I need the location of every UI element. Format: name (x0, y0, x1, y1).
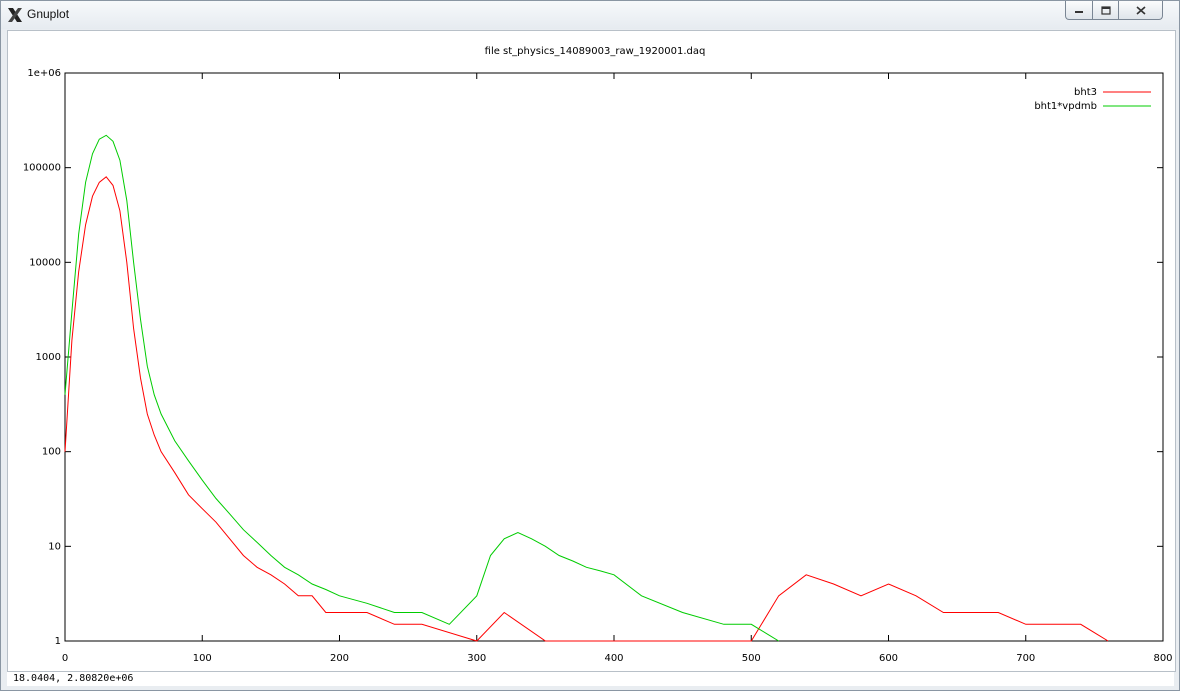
y-tick-label: 1 (55, 636, 61, 647)
x-tick-label: 500 (742, 653, 761, 664)
legend-label: bht1*vpdmb (1034, 101, 1097, 112)
legend-label: bht3 (1074, 87, 1097, 98)
chart-svg: file st_physics_14089003_raw_1920001.daq… (23, 46, 1173, 664)
y-tick-label: 100 (42, 447, 61, 458)
x-tick-label: 400 (604, 653, 623, 664)
x-tick-label: 300 (467, 653, 486, 664)
maximize-button[interactable] (1093, 1, 1119, 20)
x-tick-label: 800 (1153, 653, 1172, 664)
title-bar[interactable]: Gnuplot (1, 1, 1179, 29)
minimize-icon (1075, 11, 1083, 13)
chart-title: file st_physics_14089003_raw_1920001.daq (485, 46, 706, 57)
window-title: Gnuplot (27, 7, 70, 21)
gnuplot-window: Gnuplot file st_physics_14089003_raw_192… (0, 0, 1180, 691)
x-tick-label: 100 (193, 653, 212, 664)
y-tick-label: 1e+06 (27, 68, 61, 79)
x-tick-label: 0 (62, 653, 68, 664)
minimize-button[interactable] (1065, 1, 1093, 20)
status-bar: 18.0404, 2.80820e+06 (7, 672, 1174, 686)
x11-icon (8, 8, 22, 22)
x-tick-label: 700 (1016, 653, 1035, 664)
coordinate-readout: 18.0404, 2.80820e+06 (13, 673, 134, 684)
x-tick-label: 600 (879, 653, 898, 664)
window-controls (1065, 1, 1163, 20)
plot-border (64, 72, 1164, 642)
y-tick-label: 100000 (23, 163, 61, 174)
series-line-0 (64, 176, 1109, 642)
y-tick-label: 10000 (29, 257, 61, 268)
x-tick-label: 200 (330, 653, 349, 664)
maximize-icon (1100, 5, 1111, 15)
close-icon (1135, 5, 1146, 15)
close-button[interactable] (1119, 1, 1163, 20)
y-tick-label: 1000 (36, 352, 61, 363)
series-line-1 (64, 134, 779, 642)
plot-canvas[interactable]: file st_physics_14089003_raw_1920001.daq… (7, 30, 1176, 672)
y-tick-label: 10 (48, 541, 61, 552)
